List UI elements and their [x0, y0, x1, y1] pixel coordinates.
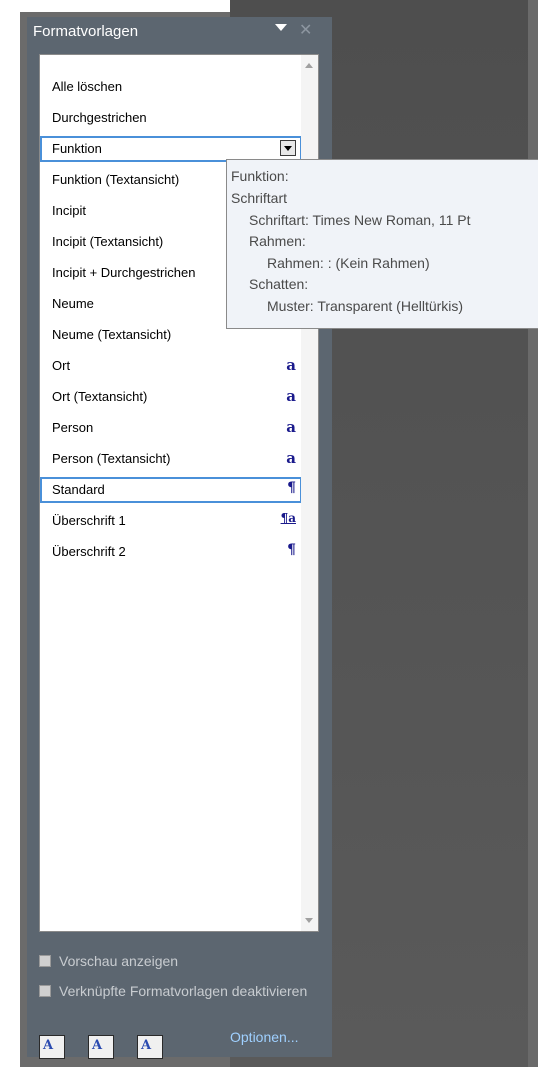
manage-styles-icon: A: [141, 1038, 152, 1053]
style-label: Ort (Textansicht): [52, 389, 148, 404]
style-item-standard[interactable]: Standard ¶: [40, 477, 302, 503]
character-style-icon: a: [286, 356, 296, 374]
tooltip-border-line: Rahmen: : (Kein Rahmen): [267, 255, 430, 271]
tooltip-shadow-line: Muster: Transparent (Helltürkis): [267, 298, 464, 314]
pane-header: Formatvorlagen ✕: [27, 17, 332, 47]
style-label: Alle löschen: [52, 79, 123, 94]
paragraph-style-icon: ¶: [287, 480, 296, 496]
paragraph-style-icon: ¶: [287, 542, 296, 558]
scroll-down-arrow-icon[interactable]: [305, 918, 313, 923]
linked-styles-option[interactable]: Verknüpfte Formatvorlagen deaktivieren: [39, 982, 329, 1002]
options-link[interactable]: Optionen...: [230, 1029, 299, 1045]
style-label: Standard: [52, 482, 105, 497]
close-icon[interactable]: ✕: [299, 20, 312, 40]
style-label: Incipit (Textansicht): [52, 234, 164, 249]
linked-styles-checkbox[interactable]: [39, 985, 51, 997]
tooltip-title: Funktion:: [231, 168, 289, 184]
style-label: Überschrift 1: [52, 513, 126, 528]
preview-checkbox[interactable]: [39, 955, 51, 967]
scroll-up-arrow-icon[interactable]: [305, 63, 313, 68]
style-label: Person (Textansicht): [52, 451, 171, 466]
style-inspector-icon: A: [92, 1038, 103, 1053]
style-item-durchgestrichen[interactable]: Durchgestrichen: [40, 105, 302, 131]
pane-menu-arrow-icon[interactable]: [275, 24, 287, 31]
character-style-icon: a: [286, 449, 296, 467]
style-label: Funktion: [52, 141, 102, 156]
style-item-person-textansicht[interactable]: Person (Textansicht) a: [40, 446, 302, 472]
tooltip-section: Schriftart: [231, 190, 288, 206]
style-item-ort-textansicht[interactable]: Ort (Textansicht) a: [40, 384, 302, 410]
document-area-top: [0, 0, 230, 12]
style-item-ueberschrift-1[interactable]: Überschrift 1 ¶a: [40, 508, 302, 534]
pane-title: Formatvorlagen: [33, 23, 139, 40]
style-inspector-button[interactable]: A: [88, 1035, 114, 1059]
style-label: Ort: [52, 358, 71, 373]
style-item-alle-loeschen[interactable]: Alle löschen: [40, 74, 302, 100]
style-item-ueberschrift-2[interactable]: Überschrift 2 ¶: [40, 539, 302, 565]
tooltip-border-heading: Rahmen:: [249, 233, 306, 249]
character-style-icon: a: [286, 387, 296, 405]
style-label: Neume: [52, 296, 94, 311]
style-label: Neume (Textansicht): [52, 327, 172, 342]
style-label: Überschrift 2: [52, 544, 126, 559]
style-item-person[interactable]: Person a: [40, 415, 302, 441]
character-style-icon: a: [286, 418, 296, 436]
linked-style-icon: ¶a: [280, 511, 296, 525]
style-label: Durchgestrichen: [52, 110, 147, 125]
tooltip-font-line: Schriftart: Times New Roman, 11 Pt: [249, 212, 471, 228]
manage-styles-button[interactable]: A: [137, 1035, 163, 1059]
style-label: Funktion (Textansicht): [52, 172, 180, 187]
new-style-icon: A: [43, 1038, 54, 1053]
style-dropdown-button[interactable]: [280, 140, 296, 156]
style-item-ort[interactable]: Ort a: [40, 353, 302, 379]
style-label: Person: [52, 420, 94, 435]
style-label: Incipit: [52, 203, 86, 218]
document-area-left: [0, 0, 20, 1067]
linked-styles-label: Verknüpfte Formatvorlagen deaktivieren: [59, 983, 308, 999]
preview-label: Vorschau anzeigen: [59, 953, 179, 969]
style-label: Incipit + Durchgestrichen: [52, 265, 196, 280]
tooltip-shadow-heading: Schatten:: [249, 276, 309, 292]
new-style-button[interactable]: A: [39, 1035, 65, 1059]
style-tooltip: Funktion: Schriftart Schriftart: Times N…: [226, 159, 538, 329]
